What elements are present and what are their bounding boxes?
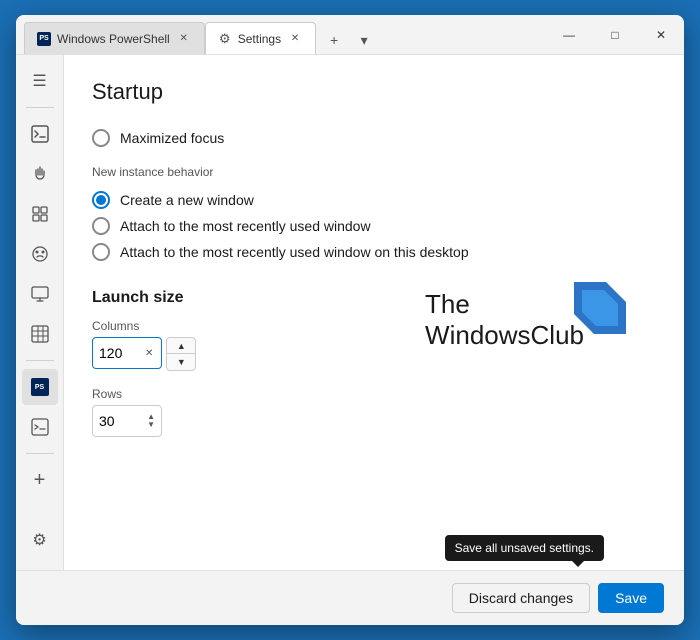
- window-body: ☰: [16, 55, 684, 570]
- sidebar-divider-3: [26, 453, 54, 454]
- hand-svg-icon: [31, 165, 49, 183]
- powershell-tab-icon: PS: [37, 32, 51, 46]
- columns-arrows: ▲ ▼: [166, 337, 196, 371]
- watermark-club: WindowsClub: [425, 320, 584, 350]
- close-button[interactable]: ✕: [638, 15, 684, 54]
- sidebar-divider-2: [26, 360, 54, 361]
- tooltip-text: Save all unsaved settings.: [455, 541, 594, 555]
- rows-input[interactable]: [99, 413, 131, 429]
- section-new-instance-label: New instance behavior: [92, 165, 656, 179]
- main-window: PS Windows PowerShell ✕ ⚙ Settings ✕ + ▾…: [16, 15, 684, 625]
- watermark-text-wrap: The WindowsClub: [425, 289, 584, 351]
- rows-spinner: ▲ ▼: [92, 405, 162, 437]
- columns-input[interactable]: [99, 345, 139, 361]
- tabs-area: PS Windows PowerShell ✕ ⚙ Settings ✕ + ▾: [16, 15, 546, 54]
- page-title: Startup: [92, 79, 656, 105]
- sidebar-divider-1: [26, 107, 54, 108]
- dropdown-button[interactable]: ▾: [350, 26, 378, 54]
- sidebar-item-hand[interactable]: [22, 156, 58, 192]
- columns-field: Columns ✕ ▲ ▼: [92, 319, 196, 371]
- launch-size-fields: Columns ✕ ▲ ▼: [92, 319, 656, 371]
- tab-actions: + ▾: [316, 26, 382, 54]
- terminal-svg-icon: [31, 125, 49, 143]
- columns-clear-button[interactable]: ✕: [143, 346, 155, 361]
- radio-maximized-focus-label: Maximized focus: [120, 130, 224, 146]
- sidebar-item-layers[interactable]: [22, 196, 58, 232]
- columns-spinner-container: ✕ ▲ ▼: [92, 337, 196, 371]
- palette-svg-icon: [31, 245, 49, 263]
- tab-powershell-label: Windows PowerShell: [57, 32, 170, 46]
- layers-svg-icon: [31, 205, 49, 223]
- columns-up-button[interactable]: ▲: [167, 338, 195, 354]
- radio-create-window-circle: [92, 191, 110, 209]
- monitor-svg-icon: [31, 285, 49, 303]
- window-controls: — □ ✕: [546, 15, 684, 54]
- add-tab-button[interactable]: +: [320, 26, 348, 54]
- radio-attach-recently-label: Attach to the most recently used window: [120, 218, 371, 234]
- sidebar-item-menu[interactable]: ☰: [22, 63, 58, 99]
- tab-powershell[interactable]: PS Windows PowerShell ✕: [24, 22, 205, 54]
- tab-settings-close[interactable]: ✕: [287, 31, 303, 47]
- radio-attach-desktop-label: Attach to the most recently used window …: [120, 244, 469, 260]
- main-content-area: Startup Maximized focus New instance beh…: [64, 55, 684, 570]
- radio-maximized-focus[interactable]: Maximized focus: [92, 125, 656, 151]
- sidebar: ☰: [16, 55, 64, 570]
- sidebar-item-settings[interactable]: ⚙: [22, 522, 58, 558]
- watermark-line1: The: [425, 289, 584, 320]
- settings-tab-icon: ⚙: [218, 32, 232, 46]
- columns-input-wrap: ✕: [92, 337, 162, 369]
- sidebar-item-add[interactable]: +: [22, 462, 58, 498]
- sidebar-item-terminal[interactable]: [22, 116, 58, 152]
- radio-attach-desktop-circle: [92, 243, 110, 261]
- sidebar-item-monitor[interactable]: [22, 276, 58, 312]
- maximize-button[interactable]: □: [592, 15, 638, 54]
- tab-settings[interactable]: ⚙ Settings ✕: [205, 22, 316, 54]
- radio-attach-recently[interactable]: Attach to the most recently used window: [92, 213, 656, 239]
- rows-field: Rows ▲ ▼: [92, 387, 656, 437]
- sidebar-item-table[interactable]: [22, 316, 58, 352]
- radio-create-window[interactable]: Create a new window: [92, 187, 656, 213]
- ps-small-icon: PS: [31, 378, 49, 396]
- radio-create-window-label: Create a new window: [120, 192, 254, 208]
- watermark-container: The WindowsClub: [425, 289, 626, 351]
- tooltip-bubble: Save all unsaved settings.: [445, 535, 604, 561]
- table-svg-icon: [31, 325, 49, 343]
- tab-powershell-close[interactable]: ✕: [176, 31, 192, 47]
- save-button[interactable]: Save: [598, 583, 664, 613]
- minimize-button[interactable]: —: [546, 15, 592, 54]
- footer: Save all unsaved settings. Discard chang…: [16, 570, 684, 625]
- tab-settings-label: Settings: [238, 32, 281, 46]
- sidebar-item-cmd[interactable]: [22, 409, 58, 445]
- radio-maximized-focus-circle: [92, 129, 110, 147]
- sidebar-item-powershell[interactable]: PS: [22, 369, 58, 405]
- discard-changes-button[interactable]: Discard changes: [452, 583, 590, 613]
- rows-arrows: ▲ ▼: [147, 413, 155, 429]
- titlebar: PS Windows PowerShell ✕ ⚙ Settings ✕ + ▾…: [16, 15, 684, 55]
- watermark-line2: WindowsClub: [425, 320, 584, 351]
- radio-attach-recently-circle: [92, 217, 110, 235]
- radio-attach-desktop[interactable]: Attach to the most recently used window …: [92, 239, 656, 265]
- columns-label: Columns: [92, 319, 196, 333]
- watermark-the: The: [425, 289, 470, 319]
- rows-down-button[interactable]: ▼: [147, 421, 155, 429]
- cmd-svg-icon: [31, 418, 49, 436]
- sidebar-item-palette[interactable]: [22, 236, 58, 272]
- columns-down-button[interactable]: ▼: [167, 354, 195, 370]
- rows-label: Rows: [92, 387, 656, 401]
